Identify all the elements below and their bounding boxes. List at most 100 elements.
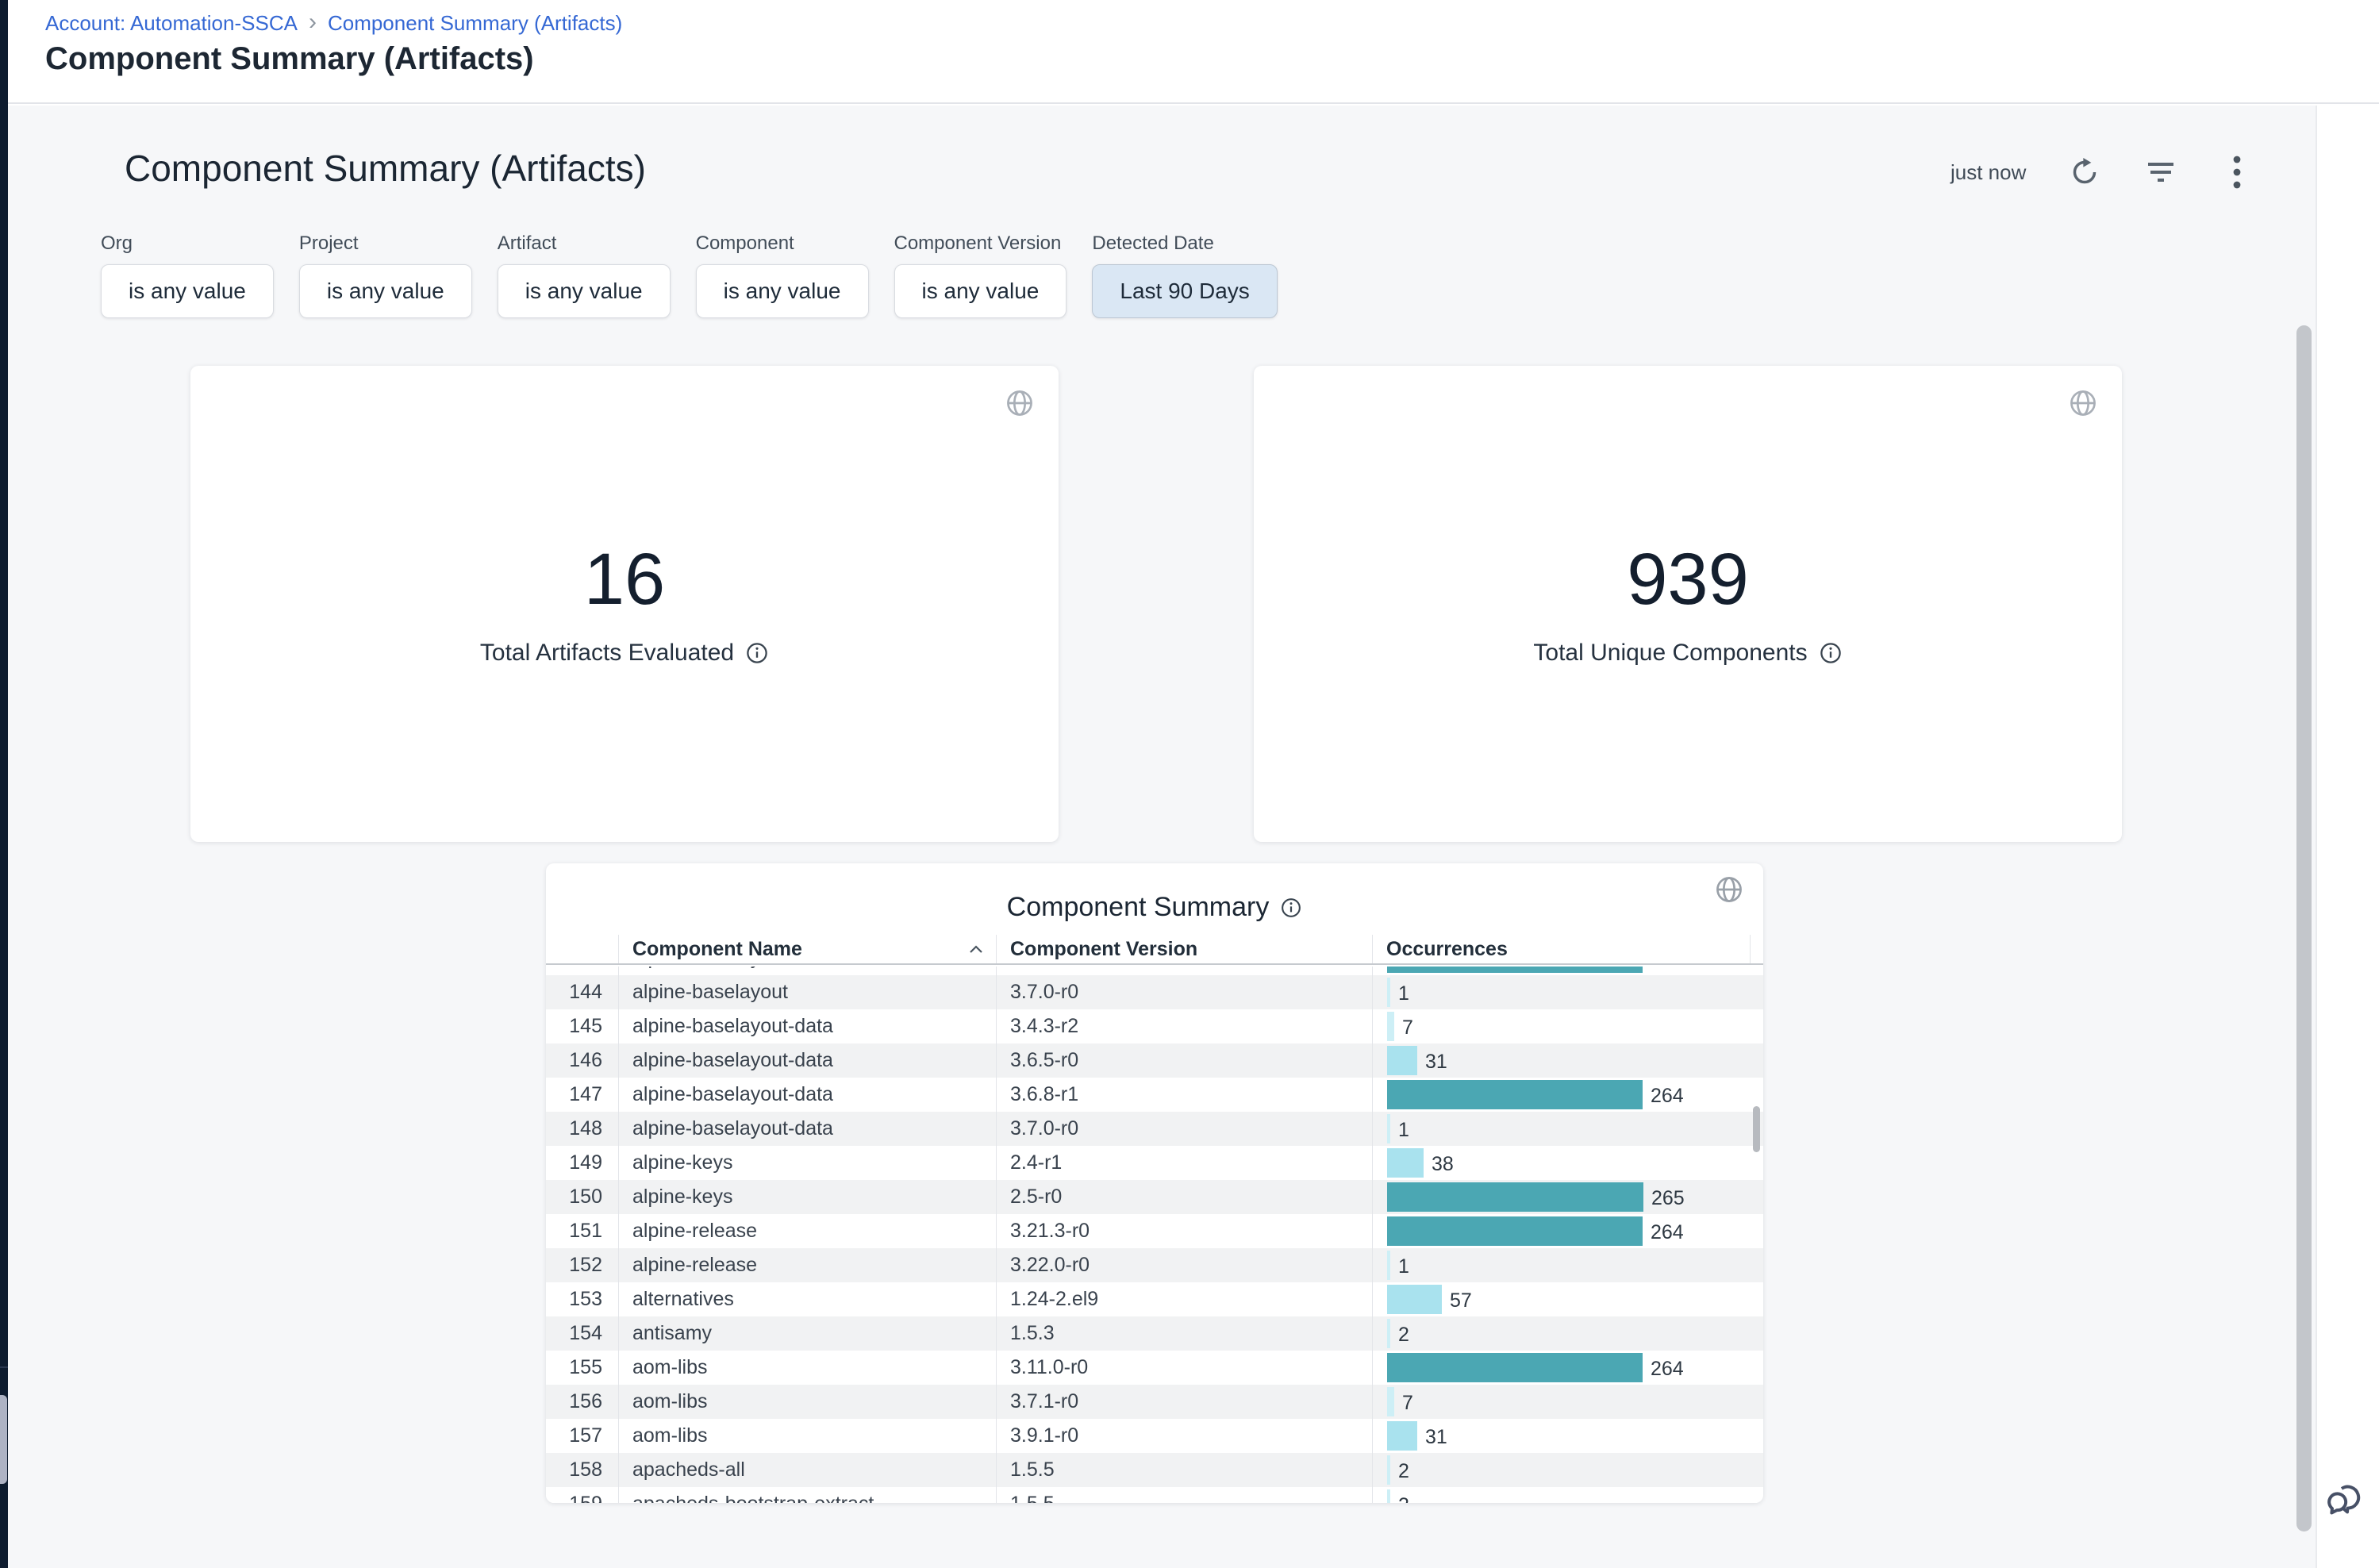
table-row[interactable]: 154 antisamy 1.5.3 2 [546,1316,1763,1351]
occurrence-value: 264 [1651,1358,1684,1385]
component-summary-panel: Component Summary Component Name [546,863,1763,1503]
info-icon[interactable] [1280,897,1302,919]
occurrences-cell: 38 [1372,1146,1750,1180]
occurrence-bar [1387,1012,1394,1041]
breadcrumb-page-link[interactable]: Component Summary (Artifacts) [328,11,622,36]
occurrence-bar [1387,1387,1394,1416]
row-number: 145 [546,1009,618,1043]
row-number: 143 [546,967,618,975]
occurrence-bar [1387,1489,1390,1503]
refresh-button[interactable] [2067,155,2102,190]
occurrence-bar [1387,1114,1390,1143]
row-number: 149 [546,1146,618,1180]
page-title: Component Summary (Artifacts) [45,41,534,77]
component-name-cell: apacheds-all [618,1453,996,1487]
filter-project-value-button[interactable]: is any value [299,264,472,318]
occurrences-cell: 1 [1372,1112,1750,1146]
table-row[interactable]: 145 alpine-baselayout-data 3.4.3-r2 7 [546,1009,1763,1043]
filter-component-version-value-button[interactable]: is any value [894,264,1067,318]
component-name-cell: alternatives [618,1282,996,1316]
table-row[interactable]: 152 alpine-release 3.22.0-r0 1 [546,1248,1763,1282]
table-row[interactable]: 159 apacheds-bootstrap-extract 1.5.5 2 [546,1487,1763,1503]
breadcrumb: Account: Automation-SSCA › Component Sum… [45,11,622,36]
occurrences-cell: 264 [1372,1214,1750,1248]
filter-detected-date-value-button[interactable]: Last 90 Days [1092,264,1277,318]
filter-group: Detected Date Last 90 Days [1092,233,1277,318]
table-row[interactable]: 150 alpine-keys 2.5-r0 265 [546,1180,1763,1214]
dashboard-filters-toggle-button[interactable] [2143,155,2178,190]
table-row[interactable]: 157 aom-libs 3.9.1-r0 31 [546,1419,1763,1453]
column-header-component-name[interactable]: Component Name [618,935,996,963]
table-row[interactable]: 146 alpine-baselayout-data 3.6.5-r0 31 [546,1043,1763,1078]
dashboard-surface: Component Summary (Artifacts) just now [8,106,2317,1568]
column-header-component-version[interactable]: Component Version [996,935,1372,963]
row-number: 147 [546,1078,618,1112]
table-row[interactable]: 153 alternatives 1.24-2.el9 57 [546,1282,1763,1316]
last-refreshed-label: just now [1950,160,2026,185]
component-version-cell: 3.6.8-r1 [996,967,1372,975]
table-row[interactable]: 158 apacheds-all 1.5.5 2 [546,1453,1763,1487]
component-name-cell: alpine-baselayout-data [618,1112,996,1146]
info-icon[interactable] [1819,641,1843,665]
filter-component-value-button[interactable]: is any value [696,264,869,318]
page-scrollbar-thumb[interactable] [2296,325,2312,1531]
table-row[interactable]: 147 alpine-baselayout-data 3.6.8-r1 264 [546,1078,1763,1112]
sidebar-divider [0,1366,8,1368]
column-header-label: Component Version [1010,938,1197,961]
column-header-occurrences[interactable]: Occurrences [1372,935,1750,963]
table-row[interactable]: 143 alpine-baselayout 3.6.8-r1 264 [546,967,1763,975]
row-number: 153 [546,1282,618,1316]
occurrence-bar [1387,1182,1643,1212]
filters-row: Org is any value Project is any value Ar… [101,233,1278,318]
filter-label: Project [299,233,472,255]
occurrence-value: 31 [1425,1426,1447,1453]
table-row[interactable]: 148 alpine-baselayout-data 3.7.0-r0 1 [546,1112,1763,1146]
row-number: 157 [546,1419,618,1453]
component-name-cell: alpine-keys [618,1146,996,1180]
table-scrollbar-thumb[interactable] [1753,1106,1760,1152]
sidebar-bottom-pill [0,1395,7,1484]
component-version-cell: 3.9.1-r0 [996,1419,1372,1453]
occurrence-value: 1 [1398,1255,1409,1282]
table-row[interactable]: 156 aom-libs 3.7.1-r0 7 [546,1385,1763,1419]
table-row[interactable]: 151 alpine-release 3.21.3-r0 264 [546,1214,1763,1248]
occurrence-bar [1387,1216,1643,1246]
row-number-column-header [546,935,618,963]
component-version-cell: 1.5.3 [996,1316,1372,1351]
header-gutter [1750,935,1763,963]
dashboard-more-menu-button[interactable] [2220,155,2254,190]
collapsed-sidebar-strip[interactable] [0,0,8,1568]
component-version-cell: 1.24-2.el9 [996,1282,1372,1316]
component-name-cell: alpine-release [618,1248,996,1282]
table-row[interactable]: 144 alpine-baselayout 3.7.0-r0 1 [546,975,1763,1009]
occurrence-bar [1387,1353,1643,1382]
filter-group: Org is any value [101,233,274,318]
chat-support-button[interactable] [2322,1476,2366,1520]
row-number: 155 [546,1351,618,1385]
info-icon[interactable] [745,641,769,665]
component-version-cell: 3.4.3-r2 [996,1009,1372,1043]
component-version-cell: 3.7.0-r0 [996,975,1372,1009]
component-version-cell: 3.7.1-r0 [996,1385,1372,1419]
chat-bubbles-icon [2322,1476,2366,1520]
filter-org-value-button[interactable]: is any value [101,264,274,318]
filter-label: Component Version [894,233,1067,255]
occurrence-bar [1387,978,1390,1007]
row-number: 159 [546,1487,618,1503]
kpi-card-total-artifacts: 16 Total Artifacts Evaluated [190,366,1059,842]
breadcrumb-account-link[interactable]: Account: Automation-SSCA [45,11,298,36]
refresh-icon [2069,156,2100,188]
table-row[interactable]: 149 alpine-keys 2.4-r1 38 [546,1146,1763,1180]
column-header-label: Component Name [632,938,802,961]
filter-artifact-value-button[interactable]: is any value [498,264,671,318]
row-number: 146 [546,1043,618,1078]
occurrences-cell: 57 [1372,1282,1750,1316]
occurrence-bar [1387,1319,1390,1348]
occurrences-cell: 1 [1372,975,1750,1009]
filter-label: Component [696,233,869,255]
component-version-cell: 3.7.0-r0 [996,1112,1372,1146]
occurrence-value: 2 [1398,1324,1409,1351]
total-artifacts-label: Total Artifacts Evaluated [480,640,734,667]
table-row[interactable]: 155 aom-libs 3.11.0-r0 264 [546,1351,1763,1385]
filter-list-icon [2143,159,2178,186]
